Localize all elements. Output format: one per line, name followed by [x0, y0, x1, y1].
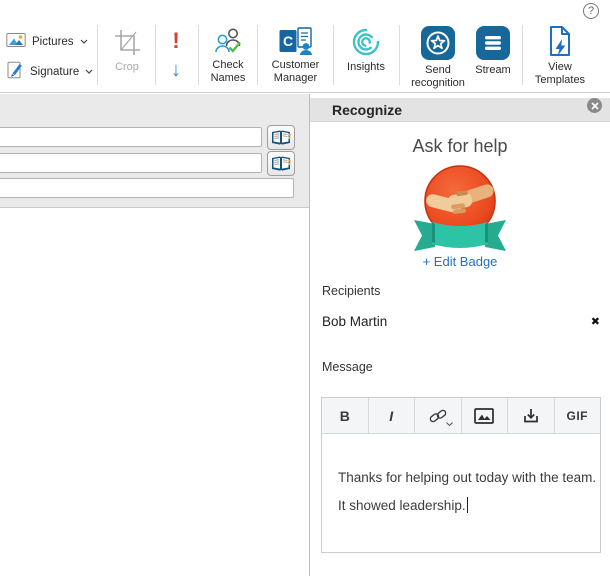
address-book-icon: [272, 156, 291, 171]
ribbon: Pictures Signature Crop ! ↓ Check Names …: [0, 0, 610, 93]
check-names-icon: [214, 27, 242, 55]
crop-label: Crop: [115, 61, 139, 73]
help-button[interactable]: ?: [583, 3, 599, 19]
signature-label: Signature: [30, 65, 80, 78]
download-tray-icon: [523, 408, 538, 422]
stream-icon: [476, 26, 510, 60]
signature-button[interactable]: Signature: [6, 61, 93, 82]
subject-field[interactable]: [0, 178, 294, 198]
recognize-panel-header: Recognize: [310, 98, 610, 122]
chevron-down-icon: [85, 69, 93, 74]
recipient-name: Bob Martin: [322, 314, 388, 329]
address-book-button-cc[interactable]: [267, 151, 295, 176]
message-editor: B I GIF Thanks for helping out today wit…: [321, 397, 601, 553]
pictures-button[interactable]: Pictures: [6, 32, 88, 51]
svg-text:C: C: [282, 33, 292, 49]
customer-manager-label: Customer Manager: [271, 59, 320, 84]
text-cursor: [466, 497, 468, 513]
view-templates-button[interactable]: View Templates: [526, 25, 594, 86]
message-input[interactable]: Thanks for helping out today with the te…: [322, 434, 600, 520]
insights-icon: [351, 27, 381, 57]
ribbon-divider: [399, 25, 400, 85]
to-field[interactable]: [0, 127, 262, 147]
outlook-compose-window: Pictures Signature Crop ! ↓ Check Names …: [0, 0, 610, 576]
send-recognition-icon: [421, 26, 455, 60]
crop-button[interactable]: Crop: [99, 27, 155, 74]
recognize-panel: Recognize Ask for help + Edit Badge Reci…: [310, 94, 610, 576]
pictures-label: Pictures: [32, 35, 74, 48]
check-names-button[interactable]: Check Names: [200, 27, 256, 84]
italic-button[interactable]: I: [369, 398, 415, 433]
gif-button[interactable]: GIF: [555, 398, 601, 433]
ribbon-divider: [333, 25, 334, 85]
panel-title: Recognize: [332, 101, 403, 118]
insert-image-button[interactable]: [462, 398, 508, 433]
editor-toolbar: B I GIF: [322, 398, 600, 434]
handshake-badge-image: [412, 164, 508, 252]
chevron-down-icon: [445, 422, 453, 426]
link-icon: [429, 409, 447, 422]
ribbon-divider: [522, 25, 523, 85]
image-icon: [474, 407, 495, 424]
recipients-label: Recipients: [322, 284, 381, 298]
high-importance-button[interactable]: !: [166, 27, 186, 55]
ribbon-divider: [257, 25, 258, 85]
customer-manager-button[interactable]: C Customer Manager: [259, 27, 332, 84]
crop-icon: [112, 27, 142, 57]
panel-heading: Ask for help: [412, 136, 508, 156]
ribbon-divider: [198, 25, 199, 85]
bold-button[interactable]: B: [322, 398, 369, 433]
check-names-label: Check Names: [210, 59, 246, 84]
view-templates-label: View Templates: [534, 61, 586, 86]
help-glyph: ?: [587, 5, 595, 17]
close-icon: [590, 101, 599, 110]
stream-label: Stream: [475, 64, 511, 76]
panel-close-button[interactable]: [587, 98, 602, 113]
high-importance-glyph: !: [172, 28, 180, 53]
address-book-icon: [272, 130, 291, 145]
chevron-down-icon: [80, 39, 87, 44]
view-templates-icon: [545, 25, 575, 57]
address-book-button-to[interactable]: [267, 125, 295, 150]
ribbon-divider: [97, 25, 98, 85]
send-recognition-label: Send recognition: [411, 64, 465, 89]
edit-badge-link[interactable]: + Edit Badge: [310, 254, 610, 269]
customer-manager-icon: C: [279, 27, 313, 55]
stream-button[interactable]: Stream: [469, 26, 517, 77]
signature-icon: [6, 61, 24, 82]
ribbon-divider: [155, 25, 156, 85]
low-importance-button[interactable]: ↓: [166, 56, 186, 84]
insights-label: Insights: [347, 61, 385, 73]
recipient-row: Bob Martin ✖: [322, 314, 600, 329]
compose-address-header: [0, 94, 309, 208]
insights-button[interactable]: Insights: [335, 27, 397, 74]
pictures-icon: [6, 32, 26, 51]
remove-recipient-icon[interactable]: ✖: [591, 315, 600, 328]
link-button[interactable]: [415, 398, 462, 433]
down-arrow-glyph: ↓: [171, 58, 181, 81]
cc-field[interactable]: [0, 153, 262, 173]
upload-button[interactable]: [508, 398, 555, 433]
send-recognition-button[interactable]: Send recognition: [403, 26, 473, 89]
message-label: Message: [322, 360, 373, 374]
